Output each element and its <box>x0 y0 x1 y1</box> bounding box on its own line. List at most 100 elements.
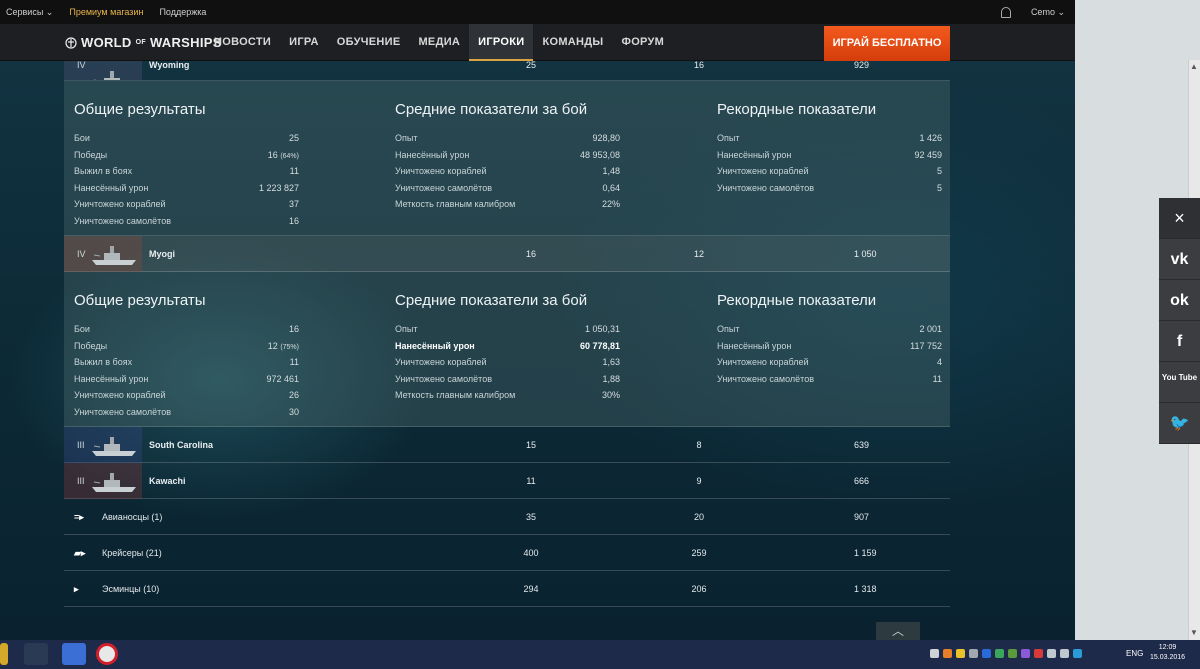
chrome-app-icon[interactable] <box>62 643 86 665</box>
user-menu[interactable]: Cemo ⌄ <box>1031 7 1065 18</box>
nav-item-2[interactable]: ОБУЧЕНИЕ <box>328 24 410 61</box>
ship-name[interactable]: Myogi <box>149 236 175 272</box>
bell-icon[interactable] <box>1000 6 1011 18</box>
stat-row: Меткость главным калибром 30% <box>395 387 620 404</box>
tray-icon[interactable] <box>956 649 965 658</box>
table-row[interactable]: III Kawachi 11 9 666 <box>64 463 950 499</box>
tray-icon[interactable] <box>1047 649 1056 658</box>
stat-number: 1 050,31 <box>584 324 620 334</box>
ship-name[interactable]: Wyoming <box>149 61 189 70</box>
table-row[interactable]: =▸ Авианосцы (1) 35 20 907 <box>64 499 950 535</box>
stat-row: Уничтожено кораблей 5 <box>717 163 942 180</box>
tray-icon[interactable] <box>943 649 952 658</box>
stat-value: 1 223 827 <box>259 180 299 197</box>
tray-icon[interactable] <box>995 649 1004 658</box>
stat-label: Нанесённый урон <box>717 149 792 160</box>
stat-number: 26 <box>288 390 299 400</box>
nav-item-1[interactable]: ИГРА <box>280 24 328 61</box>
youtube-icon[interactable]: You Tube <box>1159 362 1200 403</box>
section-title: Рекордные показатели <box>717 292 877 309</box>
nav-items: НОВОСТИ ИГРА ОБУЧЕНИЕ МЕДИА ИГРОКИ КОМАНДЫ ФОР… <box>205 24 673 61</box>
stat-number: 92 459 <box>914 149 942 160</box>
ship-class-name[interactable]: Крейсеры (21) <box>102 535 162 571</box>
wins-value: 8 <box>696 440 702 450</box>
stat-number: 4 <box>936 357 942 367</box>
ships-table: IV Wyoming 25 16 929 Общие результаты Бои 25 Поб… <box>64 61 950 607</box>
tray-icon[interactable] <box>1073 649 1082 658</box>
nav-item-5[interactable]: КОМАНДЫ <box>533 24 612 61</box>
section-title: Общие результаты <box>74 292 206 309</box>
stat-label: Уничтожено кораблей <box>74 390 166 400</box>
stat-number: 48 953,08 <box>579 149 620 160</box>
avg-exp-value: 639 <box>854 440 870 450</box>
stat-value: 5 <box>937 163 942 180</box>
stat-row: Нанесённый урон 48 953,08 <box>395 147 620 164</box>
stat-label: Уничтожено кораблей <box>74 199 166 209</box>
ship-image <box>64 61 142 80</box>
play-free-button[interactable]: ИГРАЙ БЕСПЛАТНО <box>824 26 950 61</box>
ship-class-name[interactable]: Авианосцы (1) <box>102 499 162 535</box>
stat-row: Бои 16 <box>74 321 299 338</box>
stat-number: 16 <box>288 215 299 226</box>
scroll-to-top-button[interactable]: ︿ <box>876 622 920 640</box>
folder-icon[interactable] <box>0 643 8 665</box>
stat-label: Выжил в боях <box>74 166 133 176</box>
stat-row: Уничтожено самолётов 11 <box>717 371 942 388</box>
stat-row: Уничтожено самолётов 30 <box>74 404 299 421</box>
wows-launcher-icon[interactable] <box>24 643 48 665</box>
stat-label: Нанесённый урон <box>717 340 792 351</box>
table-row[interactable]: ▰▸ Крейсеры (21) 400 259 1 159 <box>64 535 950 571</box>
stat-row: Уничтожено кораблей 1,63 <box>395 354 620 371</box>
tray-icon[interactable] <box>1021 649 1030 658</box>
stat-value: 16 <box>289 213 299 230</box>
stat-row: Уничтожено кораблей 4 <box>717 354 942 371</box>
logo[interactable]: WORLD OF WARSHIPS <box>65 35 222 50</box>
clock[interactable]: 12:09 15.03.2016 <box>1150 643 1185 663</box>
section-title: Общие результаты <box>74 101 206 118</box>
tray-icon[interactable] <box>969 649 978 658</box>
table-row[interactable]: ▸ Эсминцы (10) 294 206 1 318 <box>64 571 950 607</box>
table-row[interactable]: IV Myogi 16 12 1 050 <box>64 236 950 272</box>
stat-value: 0,64 <box>602 180 620 197</box>
nav-item-4[interactable]: ИГРОКИ <box>469 24 534 61</box>
facebook-icon[interactable]: f <box>1159 321 1200 362</box>
stat-number: 30% <box>601 390 620 400</box>
stat-number: 0,64 <box>602 182 620 193</box>
scroll-up-icon[interactable]: ▲ <box>1190 62 1198 71</box>
services-menu[interactable]: Сервисы ⌄ <box>6 7 53 18</box>
close-icon[interactable]: × <box>1159 198 1200 239</box>
ship-name[interactable]: South Carolina <box>149 427 213 463</box>
stat-number: 1,63 <box>602 357 620 367</box>
scroll-down-icon[interactable]: ▼ <box>1190 628 1198 637</box>
wins-value: 206 <box>691 584 707 594</box>
table-row[interactable]: IV Wyoming 25 16 929 <box>64 61 950 81</box>
stat-label: Уничтожено самолётов <box>395 182 492 193</box>
twitter-icon[interactable]: 🐦 <box>1159 403 1200 444</box>
tray-icon[interactable] <box>1008 649 1017 658</box>
premium-shop-link[interactable]: Премиум магазин <box>69 7 143 17</box>
tray-icon[interactable] <box>1034 649 1043 658</box>
vk-icon[interactable]: vk <box>1159 239 1200 280</box>
stat-value: 12 (75%) <box>268 338 299 355</box>
ship-name[interactable]: Kawachi <box>149 463 186 499</box>
stat-row: Уничтожено самолётов 0,64 <box>395 180 620 197</box>
odnoklassniki-icon[interactable]: ok <box>1159 280 1200 321</box>
opera-icon[interactable] <box>96 643 118 665</box>
speaker-icon[interactable] <box>1060 649 1069 658</box>
clock-date: 15.03.2016 <box>1150 654 1186 661</box>
stat-label: Победы <box>74 149 108 160</box>
nav-item-3[interactable]: МЕДИА <box>409 24 469 61</box>
tray-icon[interactable] <box>982 649 991 658</box>
nav-item-6[interactable]: ФОРУМ <box>613 24 674 61</box>
ship-class-icon: =▸ <box>74 512 84 522</box>
stat-number: 37 <box>288 199 299 209</box>
table-row[interactable]: III South Carolina 15 8 639 <box>64 427 950 463</box>
ship-class-name[interactable]: Эсминцы (10) <box>102 571 159 607</box>
language-indicator[interactable]: ENG <box>1126 649 1143 658</box>
tray-icon[interactable] <box>930 649 939 658</box>
ship-image <box>64 236 142 272</box>
nav-item-0[interactable]: НОВОСТИ <box>205 24 280 61</box>
section-title: Средние показатели за бой <box>395 101 588 118</box>
stat-number: 928,80 <box>592 133 620 143</box>
support-link[interactable]: Поддержка <box>159 7 206 17</box>
